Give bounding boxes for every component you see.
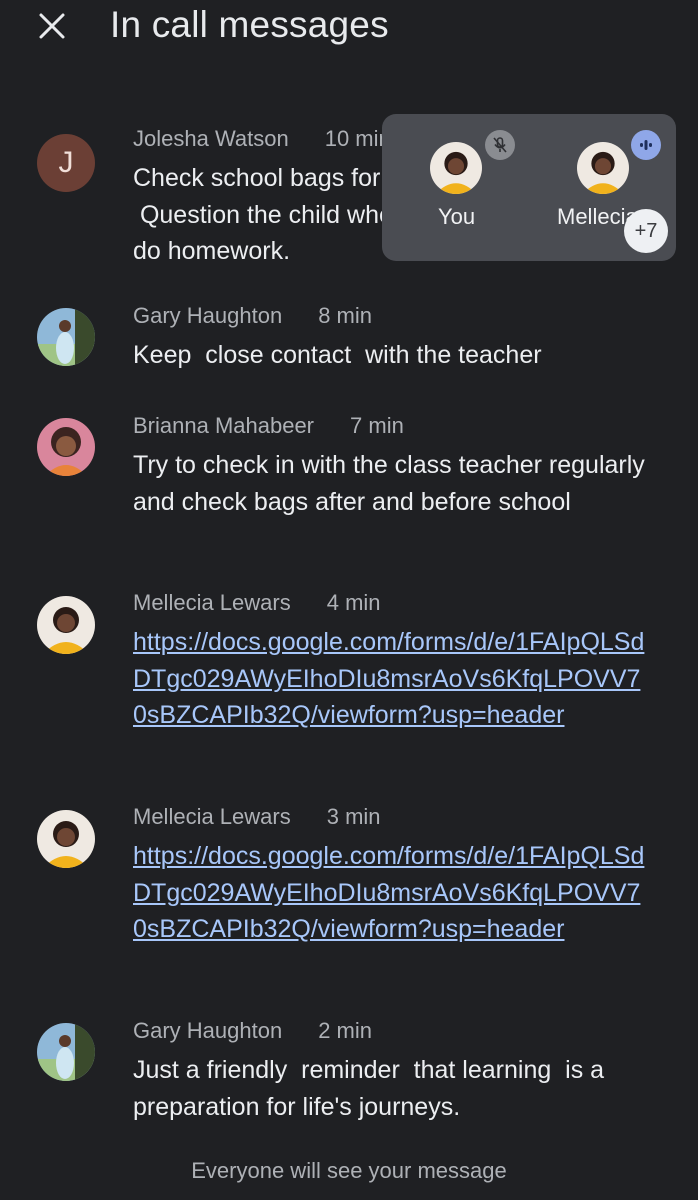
- user-photo-icon: [37, 810, 95, 868]
- mic-off-icon: [493, 137, 507, 153]
- sender-name: Mellecia Lewars: [133, 804, 291, 829]
- message-text: Try to check in with the class teacher r…: [133, 451, 652, 516]
- audio-level-icon: [640, 140, 652, 150]
- participants-panel[interactable]: You Mellecia +7: [382, 114, 676, 261]
- message-meta: Gary Haughton 2 min: [133, 1018, 372, 1044]
- user-photo-icon: [37, 596, 95, 654]
- user-photo-icon: [430, 142, 482, 194]
- message-text: Keep close contact with the teacher: [133, 341, 542, 369]
- avatar[interactable]: [37, 308, 95, 366]
- avatar[interactable]: [37, 1023, 95, 1081]
- sender-name: Gary Haughton: [133, 1018, 283, 1043]
- close-button[interactable]: [30, 4, 74, 48]
- user-photo-icon: [37, 308, 95, 366]
- message-time: 3 min: [326, 804, 381, 829]
- sender-name: Mellecia Lewars: [133, 590, 291, 615]
- user-photo-icon: [37, 1023, 95, 1081]
- message-time: 8 min: [318, 303, 372, 328]
- close-icon: [39, 13, 65, 39]
- message-time: 10 min: [324, 126, 391, 151]
- message-link[interactable]: https://docs.google.com/forms/d/e/1FAIpQ…: [133, 624, 653, 734]
- avatar: [577, 142, 629, 194]
- sender-name: Brianna Mahabeer: [133, 413, 315, 438]
- user-photo-icon: [577, 142, 629, 194]
- app-header: In call messages: [0, 0, 698, 60]
- sender-name: Jolesha Watson: [133, 126, 289, 151]
- avatar-initial: J: [58, 146, 74, 179]
- message-meta: Brianna Mahabeer 7 min: [133, 413, 404, 439]
- message-time: 2 min: [318, 1018, 372, 1043]
- avatar[interactable]: J: [37, 134, 95, 192]
- sender-name: Gary Haughton: [133, 303, 283, 328]
- message-link[interactable]: https://docs.google.com/forms/d/e/1FAIpQ…: [133, 838, 653, 948]
- message-meta: Mellecia Lewars 3 min: [133, 804, 381, 830]
- avatar[interactable]: [37, 418, 95, 476]
- page-title: In call messages: [110, 4, 389, 45]
- participant-name: You: [438, 204, 476, 229]
- muted-mic-badge: [485, 130, 515, 160]
- message-time: 7 min: [350, 413, 404, 438]
- user-photo-icon: [37, 418, 95, 476]
- message-text: Just a friendly reminder that learning i…: [133, 1056, 612, 1121]
- message-meta: Mellecia Lewars 4 min: [133, 590, 381, 616]
- avatar[interactable]: [37, 596, 95, 654]
- speaking-badge: [631, 130, 661, 160]
- avatar[interactable]: [37, 810, 95, 868]
- message-meta: Gary Haughton 8 min: [133, 303, 372, 329]
- message-time: 4 min: [326, 590, 381, 615]
- compose-hint[interactable]: Everyone will see your message: [0, 1158, 698, 1184]
- more-participants-badge[interactable]: +7: [624, 209, 668, 253]
- message-meta: Jolesha Watson 10 min: [133, 126, 391, 152]
- avatar: [430, 142, 482, 194]
